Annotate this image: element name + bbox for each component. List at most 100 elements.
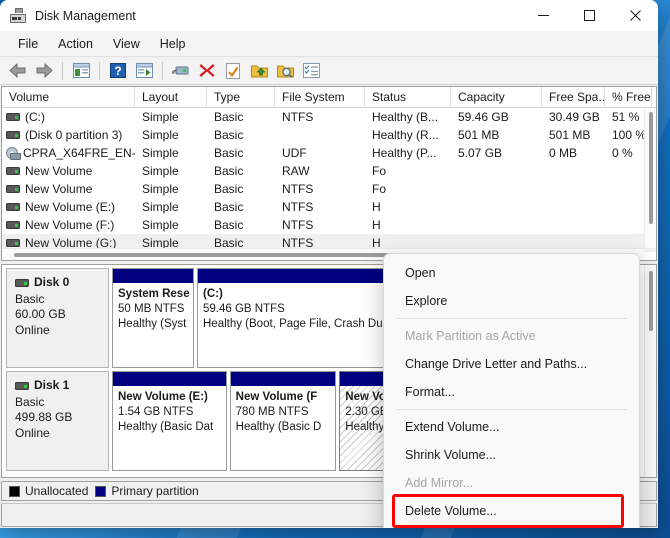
- menu-action[interactable]: Action: [48, 34, 103, 54]
- layout-cell: Simple: [142, 146, 179, 160]
- menu-item-change-drive-letter-and-paths[interactable]: Change Drive Letter and Paths...: [384, 350, 639, 378]
- drive-icon: [15, 381, 29, 390]
- volume-list-vertical-scrollbar[interactable]: [644, 108, 656, 248]
- drive-icon: [15, 278, 29, 287]
- capacity-cell: 5.07 GB: [458, 146, 503, 160]
- toolbar-separator: [62, 61, 63, 80]
- menu-help[interactable]: Help: [150, 34, 196, 54]
- volume-name: (C:): [25, 110, 45, 124]
- table-row[interactable]: New Volume (F:) Simple Basic NTFS H: [2, 216, 656, 234]
- volume-list-body[interactable]: (C:) Simple Basic NTFS Healthy (B... 59.46 GB…: [2, 108, 656, 260]
- volume-name: New Volume (E:): [25, 200, 116, 214]
- disk-type: Basic: [15, 291, 45, 306]
- toolbar-separator: [162, 61, 163, 80]
- partition-name: New Volume (F: [235, 391, 318, 403]
- maximize-icon[interactable]: [566, 0, 612, 31]
- toolbar-separator: [99, 61, 100, 80]
- table-row[interactable]: New Volume Simple Basic NTFS Fo: [2, 180, 656, 198]
- status-cell: H: [372, 218, 381, 232]
- type-cell: Basic: [214, 110, 244, 124]
- disk-label-disk-0[interactable]: Disk 0 Basic 60.00 GB Online: [6, 268, 109, 368]
- legend-item: Unallocated: [9, 484, 88, 498]
- cdrom-icon: [6, 147, 21, 160]
- partition-block[interactable]: New Volume (E:) 1.54 GB NTFS Healthy (Basi…: [112, 371, 227, 471]
- column-header-capacity[interactable]: Capacity: [451, 87, 542, 107]
- legend-swatch: [95, 485, 107, 497]
- table-row[interactable]: (Disk 0 partition 3) Simple Basic Healthy (…: [2, 126, 656, 144]
- volume-cell: New Volume: [2, 182, 135, 196]
- scrollbar-thumb[interactable]: [649, 271, 653, 331]
- graph-vertical-scrollbar[interactable]: [644, 265, 656, 477]
- free-spa-cell: 0 MB: [549, 146, 578, 160]
- console-tree-icon[interactable]: [69, 59, 93, 83]
- volume-list[interactable]: Volume Layout Type File System Status Capacit…: [1, 86, 657, 261]
- column-header-file-system[interactable]: File System: [275, 87, 365, 107]
- drive-icon: [6, 203, 20, 211]
- forward-button[interactable]: [32, 59, 56, 83]
- partition-text: New Volume (E:) 1.54 GB NTFS Healthy (Basi…: [113, 386, 226, 435]
- volume-name: New Volume: [25, 164, 93, 178]
- column-header-free-spa[interactable]: Free Spa...: [542, 87, 605, 107]
- menu-item-open[interactable]: Open: [384, 259, 639, 287]
- column-header-volume[interactable]: Volume: [2, 87, 135, 107]
- layout-cell: Simple: [142, 200, 179, 214]
- checked-document-icon[interactable]: [221, 59, 245, 83]
- list-properties-icon[interactable]: [299, 59, 323, 83]
- partition-block[interactable]: New Volume (F 780 MB NTFS Healthy (Basic D: [229, 371, 337, 471]
- file-system-cell: NTFS: [282, 182, 314, 196]
- title-bar[interactable]: Disk Management: [0, 0, 658, 31]
- menu-item-format[interactable]: Format...: [384, 378, 639, 406]
- minimize-icon[interactable]: [520, 0, 566, 31]
- partition-status: Healthy (Basic D: [235, 421, 322, 433]
- disk-connect-icon[interactable]: [169, 59, 193, 83]
- menu-file[interactable]: File: [8, 34, 48, 54]
- volume-name: New Volume (F:): [25, 218, 115, 232]
- menu-separator: [396, 409, 627, 410]
- type-cell: Basic: [214, 128, 244, 142]
- folder-up-arrow-icon[interactable]: [247, 59, 271, 83]
- scrollbar-thumb[interactable]: [649, 112, 653, 224]
- disk-size: 60.00 GB: [15, 307, 66, 321]
- drive-icon: [6, 239, 20, 247]
- menu-item-extend-volume[interactable]: Extend Volume...: [384, 413, 639, 441]
- capacity-cell: 501 MB: [458, 128, 500, 142]
- disk-name: Disk 0: [34, 275, 70, 289]
- partition-text: System Rese 50 MB NTFS Healthy (Syst: [113, 283, 193, 332]
- legend-label: Unallocated: [25, 484, 89, 498]
- status-cell: Healthy (P...: [372, 146, 437, 160]
- status-cell: Healthy (B...: [372, 110, 439, 124]
- column-header-layout[interactable]: Layout: [135, 87, 207, 107]
- volume-cell: (C:): [2, 110, 135, 124]
- volume-cell: New Volume (F:): [2, 218, 135, 232]
- table-row[interactable]: (C:) Simple Basic NTFS Healthy (B... 59.46 GB…: [2, 108, 656, 126]
- free-spa-cell: 501 MB: [549, 128, 591, 142]
- question-mark-icon[interactable]: ?: [106, 59, 130, 83]
- menu-item-explore[interactable]: Explore: [384, 287, 639, 315]
- file-system-cell: UDF: [282, 146, 307, 160]
- status-cell: Fo: [372, 164, 387, 178]
- table-row[interactable]: New Volume (E:) Simple Basic NTFS H: [2, 198, 656, 216]
- folder-magnifier-icon[interactable]: [273, 59, 297, 83]
- red-x-icon[interactable]: [195, 59, 219, 83]
- menu-item-delete-volume[interactable]: Delete Volume...: [384, 494, 639, 528]
- drive-icon: [6, 131, 20, 139]
- menu-view[interactable]: View: [103, 34, 150, 54]
- volume-name: CPRA_X64FRE_EN-...: [23, 146, 135, 160]
- disk-label-disk-1[interactable]: Disk 1 Basic 499.88 GB Online: [6, 371, 109, 471]
- context-menu[interactable]: Open Explore Mark Partition as Active Chang…: [383, 253, 640, 528]
- type-cell: Basic: [214, 218, 244, 232]
- column-header-type[interactable]: Type: [207, 87, 275, 107]
- partition-color-bar: [113, 269, 193, 283]
- menu-item-shrink-volume[interactable]: Shrink Volume...: [384, 441, 639, 469]
- menu-item-mark-partition-as-active: Mark Partition as Active: [405, 329, 536, 343]
- column-header--free[interactable]: % Free: [605, 87, 652, 107]
- close-icon[interactable]: [612, 0, 658, 31]
- table-row[interactable]: New Volume Simple Basic RAW Fo: [2, 162, 656, 180]
- partition-block[interactable]: System Rese 50 MB NTFS Healthy (Syst: [112, 268, 194, 368]
- file-system-cell: RAW: [282, 164, 310, 178]
- column-header-status[interactable]: Status: [365, 87, 451, 107]
- back-button[interactable]: [6, 59, 30, 83]
- table-row[interactable]: CPRA_X64FRE_EN-... Simple Basic UDF Healthy …: [2, 144, 656, 162]
- action-pane-icon[interactable]: [132, 59, 156, 83]
- free-spa-cell: 30.49 GB: [549, 110, 600, 124]
